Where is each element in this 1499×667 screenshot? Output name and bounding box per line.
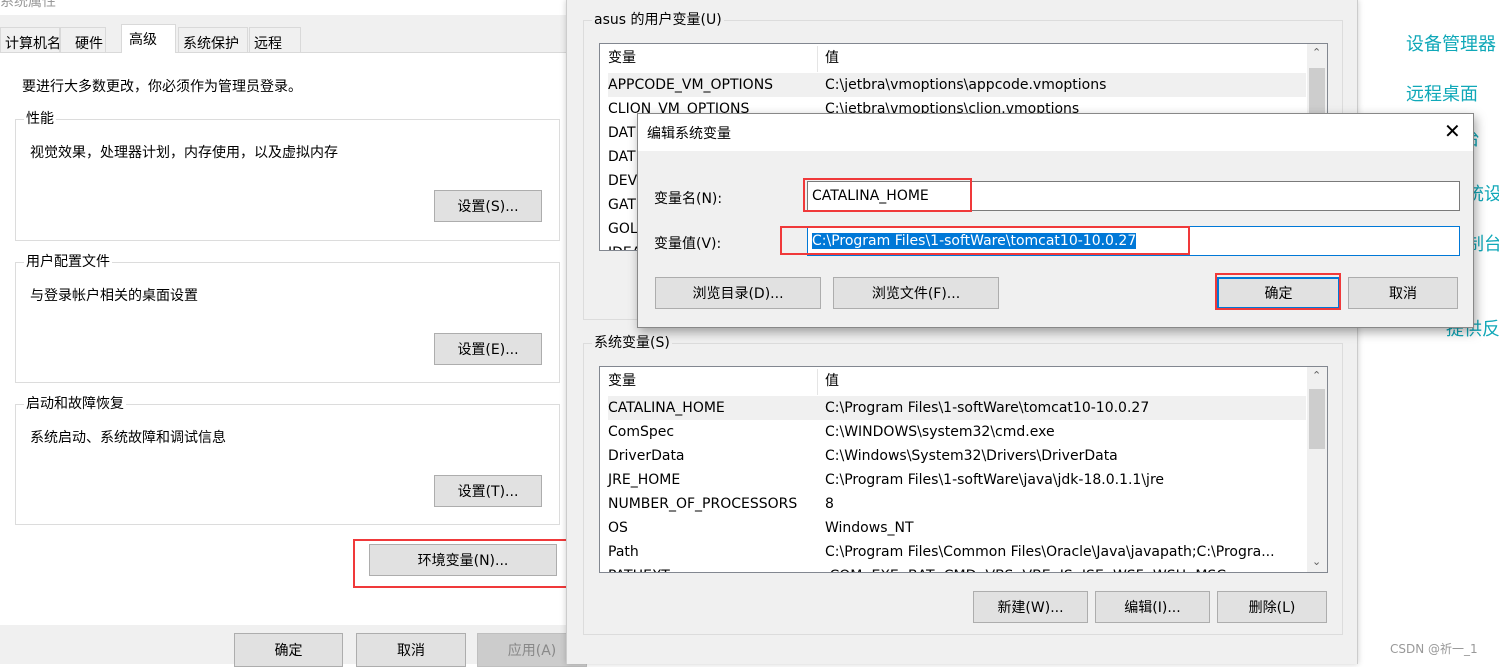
browse-file-button[interactable]: 浏览文件(F)... <box>833 277 999 309</box>
variable-value: C:\Program Files\1-softWare\tomcat10-10.… <box>825 400 1150 416</box>
delete-button[interactable]: 删除(L) <box>1217 591 1327 623</box>
variable-name: DriverData <box>608 448 685 464</box>
table-row[interactable]: DriverData C:\Windows\System32\Drivers\Dr… <box>608 444 1306 468</box>
link-remote-desktop[interactable]: 远程桌面 <box>1406 80 1478 106</box>
edit-button[interactable]: 编辑(I)... <box>1095 591 1210 623</box>
link-device-manager[interactable]: 设备管理器 <box>1406 30 1496 56</box>
dialog-cancel-button[interactable]: 取消 <box>1348 277 1458 309</box>
variable-value: 8 <box>825 496 834 512</box>
list-header: 变量值 <box>608 369 1306 395</box>
table-row[interactable]: OS Windows_NT <box>608 516 1306 540</box>
group-desc: 系统启动、系统故障和调试信息 <box>30 430 226 446</box>
startup-recovery-settings-button[interactable]: 设置(T)... <box>434 475 542 507</box>
browse-directory-button[interactable]: 浏览目录(D)... <box>655 277 821 309</box>
scrollbar[interactable]: ⌃ ⌄ <box>1307 367 1327 572</box>
group-desc: 与登录帐户相关的桌面设置 <box>30 288 198 304</box>
variable-value: C:\Program Files\1-softWare\java\jdk-18.… <box>825 472 1165 488</box>
close-icon[interactable]: ✕ <box>1444 119 1461 143</box>
name-label: 变量名(N): <box>654 191 723 207</box>
group-desc: 视觉效果，处理器计划，内存使用，以及虚拟内存 <box>30 145 338 161</box>
value-label: 变量值(V): <box>654 236 722 252</box>
edit-variable-dialog: 编辑系统变量 ✕ 变量名(N): CATALINA_HOME 变量值(V): C… <box>637 113 1474 328</box>
highlight-box <box>353 539 570 588</box>
window-title: 系统属性 <box>0 0 56 10</box>
variable-value: Windows_NT <box>825 520 914 536</box>
scroll-up-icon[interactable]: ⌃ <box>1312 46 1321 59</box>
dialog-title: 编辑系统变量 <box>647 126 731 142</box>
tab-system-protection[interactable]: 系统保护 <box>178 27 248 52</box>
table-row[interactable]: PATHEXT .COM;.EXE;.BAT;.CMD;.VBS;.VBE;.JS… <box>608 564 1306 572</box>
ok-button[interactable]: 确定 <box>234 633 343 667</box>
variable-name: CATALINA_HOME <box>608 400 725 416</box>
table-row[interactable]: APPCODE_VM_OPTIONS C:\jetbra\vmoptions\ap… <box>608 73 1306 97</box>
admin-note: 要进行大多数更改，你必须作为管理员登录。 <box>22 79 302 95</box>
group-label: 用户配置文件 <box>24 254 112 270</box>
list-header: 变量值 <box>608 46 1306 72</box>
system-variables-list[interactable]: 变量值 CATALINA_HOME C:\Program Files\1-soft… <box>599 366 1328 573</box>
variable-name: DAT <box>608 149 636 165</box>
user-profile-settings-button[interactable]: 设置(E)... <box>434 333 542 365</box>
group-label: asus 的用户变量(U) <box>592 12 724 28</box>
scroll-thumb[interactable] <box>1309 389 1325 449</box>
new-button[interactable]: 新建(W)... <box>973 591 1088 623</box>
performance-group: 性能 视觉效果，处理器计划，内存使用，以及虚拟内存 <box>15 111 560 241</box>
scroll-down-icon[interactable]: ⌄ <box>1312 555 1321 568</box>
table-row[interactable]: Path C:\Program Files\Common Files\Oracle… <box>608 540 1306 564</box>
environment-variables-window: asus 的用户变量(U) 变量值 APPCODE_VM_OPTIONS C:\j… <box>566 0 1358 664</box>
highlight-box <box>780 226 1190 255</box>
group-label: 启动和故障恢复 <box>24 396 126 412</box>
variable-name: Path <box>608 544 639 560</box>
variable-name: NUMBER_OF_PROCESSORS <box>608 496 798 512</box>
variable-name: GOL <box>608 221 638 237</box>
tab-remote[interactable]: 远程 <box>249 27 301 52</box>
dialog-titlebar <box>638 114 1473 151</box>
variable-name: PATHEXT <box>608 564 670 572</box>
table-row[interactable]: CATALINA_HOME C:\Program Files\1-softWare… <box>608 396 1306 420</box>
variable-value: C:\Windows\System32\Drivers\DriverData <box>825 448 1118 464</box>
watermark: CSDN @祈一_1 <box>1390 642 1478 656</box>
variable-value: C:\WINDOWS\system32\cmd.exe <box>825 424 1055 440</box>
variable-name: ComSpec <box>608 424 675 440</box>
scroll-up-icon[interactable]: ⌃ <box>1312 369 1321 382</box>
variable-name: APPCODE_VM_OPTIONS <box>608 77 774 93</box>
table-row[interactable]: NUMBER_OF_PROCESSORS 8 <box>608 492 1306 516</box>
variable-name: OS <box>608 520 628 536</box>
system-properties-window: 系统属性 计算机名 硬件 高级 系统保护 远程 要进行大多数更改，你必须作为管理… <box>0 0 587 667</box>
variable-value: C:\jetbra\vmoptions\appcode.vmoptions <box>825 77 1107 93</box>
tab-computer-name[interactable]: 计算机名 <box>0 27 61 52</box>
highlight-box <box>803 178 972 212</box>
variable-value: C:\Program Files\Common Files\Oracle\Jav… <box>825 544 1275 560</box>
group-label: 系统变量(S) <box>592 335 672 351</box>
table-row[interactable]: JRE_HOME C:\Program Files\1-softWare\java… <box>608 468 1306 492</box>
highlight-box <box>1215 273 1341 310</box>
variable-name: GAT <box>608 197 636 213</box>
tab-hardware[interactable]: 硬件 <box>60 27 106 52</box>
performance-settings-button[interactable]: 设置(S)... <box>434 190 542 222</box>
tab-advanced[interactable]: 高级 <box>121 24 176 53</box>
table-row[interactable]: ComSpec C:\WINDOWS\system32\cmd.exe <box>608 420 1306 444</box>
variable-value: .COM;.EXE;.BAT;.CMD;.VBS;.VBE;.JS;.JSE;.… <box>825 564 1226 572</box>
variable-name: DAT <box>608 125 636 141</box>
group-label: 性能 <box>24 111 56 127</box>
cancel-button[interactable]: 取消 <box>356 633 466 667</box>
variable-name: DEV <box>608 173 638 189</box>
variable-name: JRE_HOME <box>608 472 681 488</box>
